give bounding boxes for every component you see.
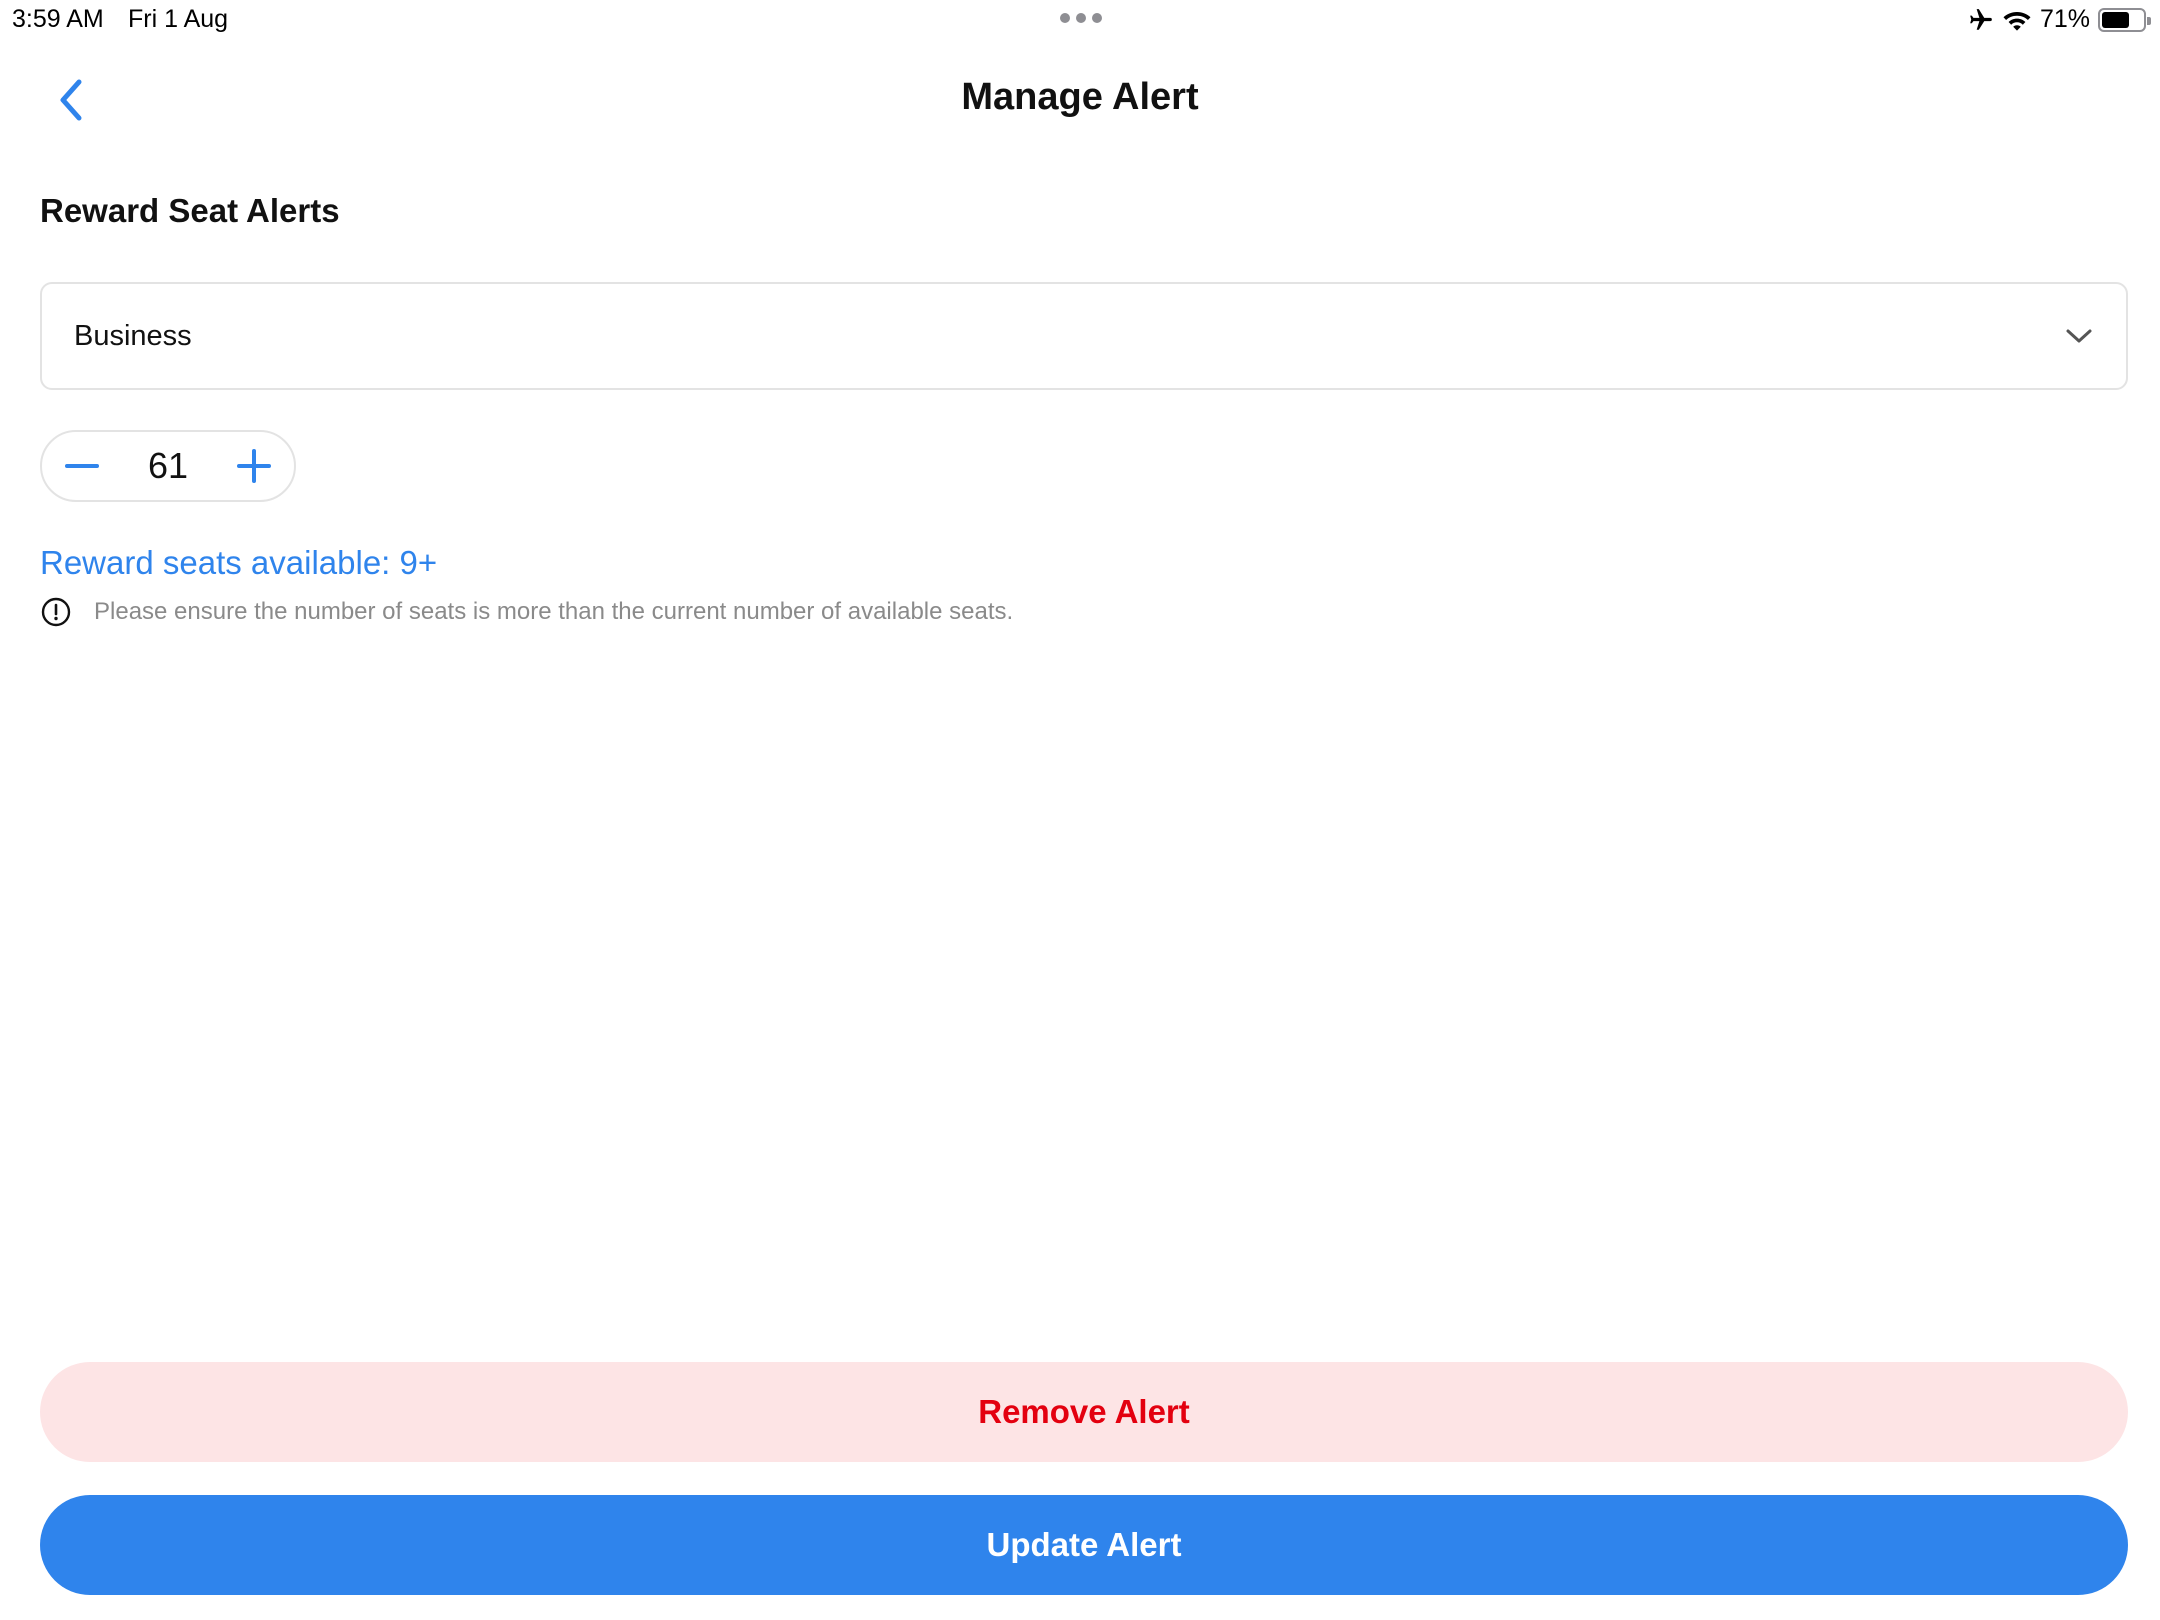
seat-count-value[interactable]: 61	[106, 445, 230, 487]
page-title: Manage Alert	[961, 76, 1199, 118]
plus-icon	[237, 449, 271, 483]
seat-notice: Please ensure the number of seats is mor…	[40, 596, 1013, 628]
airplane-icon	[1970, 8, 1992, 30]
status-date: Fri 1 Aug	[128, 5, 229, 33]
minus-icon	[65, 464, 99, 468]
battery-icon	[2098, 7, 2151, 32]
status-indicators: 71%	[1968, 5, 2151, 34]
cabin-class-select[interactable]: Business	[40, 282, 2128, 390]
section-title: Reward Seat Alerts	[40, 192, 340, 229]
multitasking-dots-icon[interactable]	[1060, 13, 1102, 23]
manage-alert-screen: 3:59 AM Fri 1 Aug 71% Manage Alert Rewar…	[0, 0, 2160, 1620]
remove-alert-button[interactable]: Remove Alert	[40, 1362, 2128, 1462]
battery-fill	[2102, 11, 2130, 28]
info-circle-icon	[41, 597, 71, 627]
decrement-button[interactable]	[58, 442, 106, 490]
cabin-class-value: Business	[74, 319, 192, 352]
battery-percent: 71%	[2039, 5, 2090, 33]
seat-count-stepper: 61	[40, 430, 296, 502]
chevron-down-icon	[2066, 329, 2092, 343]
wifi-icon	[2003, 11, 2031, 31]
increment-button[interactable]	[230, 442, 278, 490]
status-time: 3:59 AM	[12, 5, 104, 33]
notice-text: Please ensure the number of seats is mor…	[94, 598, 1014, 625]
status-bar: 3:59 AM Fri 1 Aug 71%	[0, 0, 2160, 42]
update-alert-button[interactable]: Update Alert	[40, 1495, 2128, 1595]
reward-seats-available: Reward seats available: 9+	[40, 544, 438, 581]
